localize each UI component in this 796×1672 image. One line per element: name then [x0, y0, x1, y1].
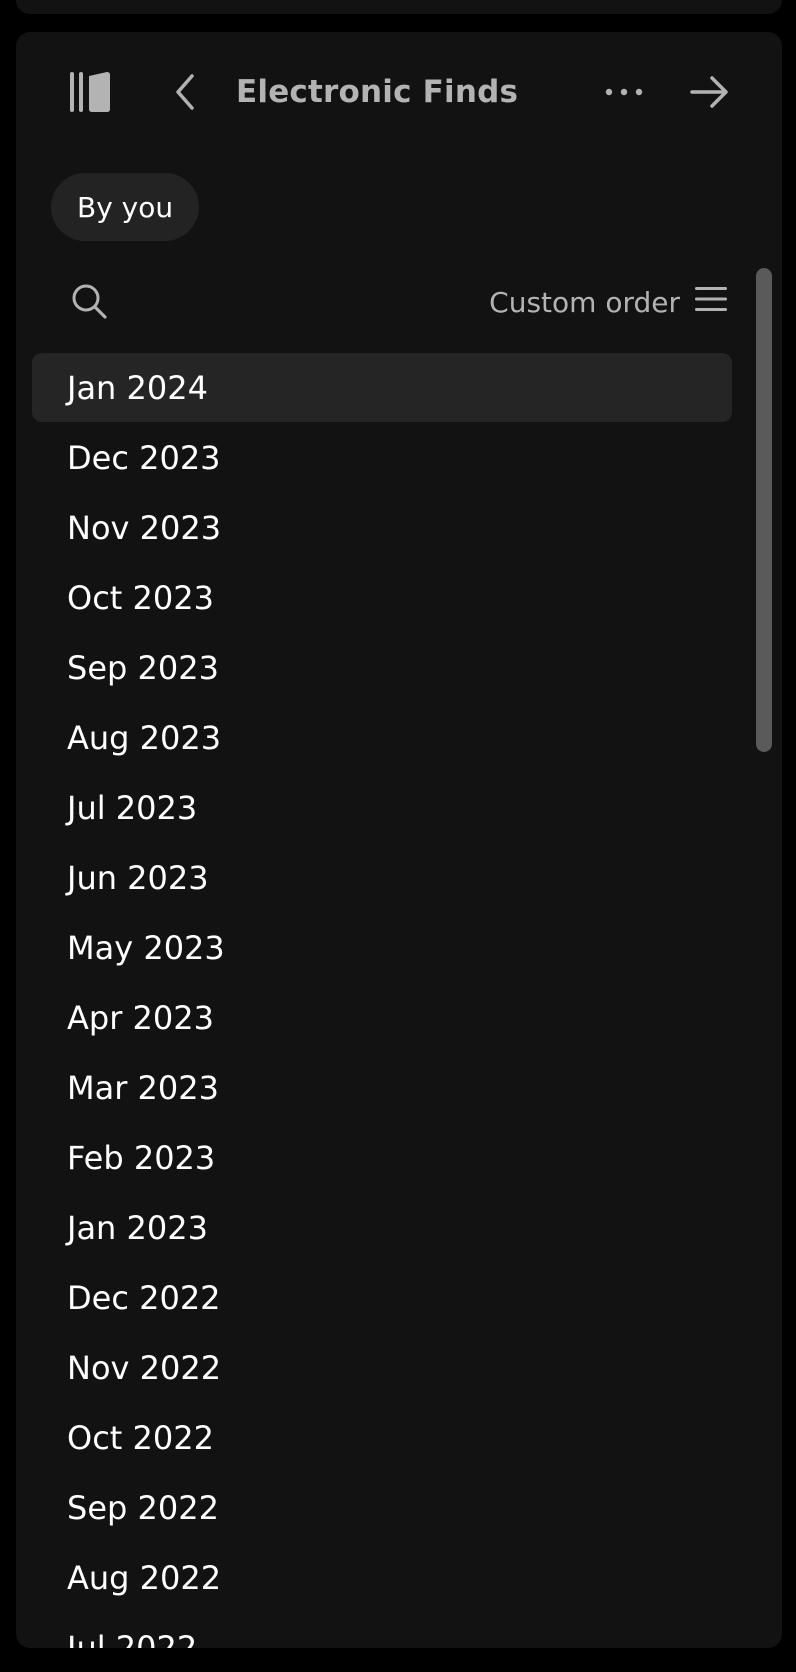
arrow-right-icon[interactable]	[686, 68, 734, 116]
list-item-label: Jan 2024	[67, 368, 208, 407]
filter-chip-by-you[interactable]: By you	[51, 173, 200, 241]
list-item-label: Oct 2023	[67, 579, 214, 617]
list-item[interactable]: Jun 2023	[32, 843, 732, 913]
list-item-label: Jun 2023	[67, 859, 209, 897]
list-item[interactable]: Dec 2023	[32, 423, 732, 493]
list-item-label: Nov 2023	[67, 509, 222, 547]
panel-header: Electronic Finds	[16, 32, 782, 162]
list-item[interactable]: Jan 2024	[32, 353, 732, 422]
list-item[interactable]: Mar 2023	[32, 1053, 732, 1123]
list-item-label: Jul 2023	[67, 789, 198, 827]
list-item-label: Jan 2023	[67, 1209, 208, 1247]
list-item[interactable]: May 2023	[32, 913, 732, 983]
list-item-label: Sep 2022	[67, 1489, 219, 1527]
list-item[interactable]: Feb 2023	[32, 1123, 732, 1193]
list-item-label: Mar 2023	[67, 1069, 219, 1107]
list-icon	[694, 285, 728, 320]
list-item[interactable]: Jul 2022	[32, 1613, 732, 1648]
list-item[interactable]: Nov 2022	[32, 1333, 732, 1403]
top-panel-edge	[16, 0, 782, 14]
list-item-label: Apr 2023	[67, 999, 214, 1037]
list-item-label: Aug 2023	[67, 719, 222, 757]
list-item-label: Aug 2022	[67, 1559, 222, 1597]
list-item-label: Oct 2022	[67, 1419, 214, 1457]
list-item-label: Dec 2022	[67, 1279, 221, 1317]
more-horizontal-icon[interactable]	[600, 68, 648, 116]
chevron-left-icon[interactable]	[162, 68, 210, 116]
scrollbar-thumb[interactable]	[756, 268, 772, 752]
list-item-label: May 2023	[67, 929, 225, 967]
scrollbar-track[interactable]	[756, 268, 772, 1648]
filter-chip-label: By you	[77, 190, 174, 224]
list-item[interactable]: Apr 2023	[32, 983, 732, 1053]
list-item-label: Feb 2023	[67, 1139, 216, 1177]
list-item[interactable]: Aug 2023	[32, 703, 732, 773]
list-item-label: Dec 2023	[67, 439, 221, 477]
page-title: Electronic Finds	[236, 74, 519, 110]
list-item-label: Jul 2022	[67, 1629, 198, 1648]
sort-dropdown[interactable]: Custom order	[489, 282, 728, 322]
list-item[interactable]: Dec 2022	[32, 1263, 732, 1333]
library-panel: Electronic Finds By you Custom order Jan…	[16, 32, 782, 1648]
list-item[interactable]: Oct 2022	[32, 1403, 732, 1473]
list-item[interactable]: Jul 2023	[32, 773, 732, 843]
list-item[interactable]: Sep 2023	[32, 633, 732, 703]
list-item[interactable]: Oct 2023	[32, 563, 732, 633]
list-item[interactable]: Aug 2022	[32, 1543, 732, 1613]
folder-list: Jan 2024 Dec 2023 Nov 2023 Oct 2023 Sep 2023…	[32, 353, 732, 1648]
sort-label: Custom order	[489, 285, 680, 319]
library-icon[interactable]	[66, 68, 114, 116]
list-item[interactable]: Nov 2023	[32, 493, 732, 563]
list-item-label: Sep 2023	[67, 649, 219, 687]
list-item[interactable]: Sep 2022	[32, 1473, 732, 1543]
search-icon[interactable]	[64, 276, 114, 326]
list-item-label: Nov 2022	[67, 1349, 222, 1387]
list-item[interactable]: Jan 2023	[32, 1193, 732, 1263]
